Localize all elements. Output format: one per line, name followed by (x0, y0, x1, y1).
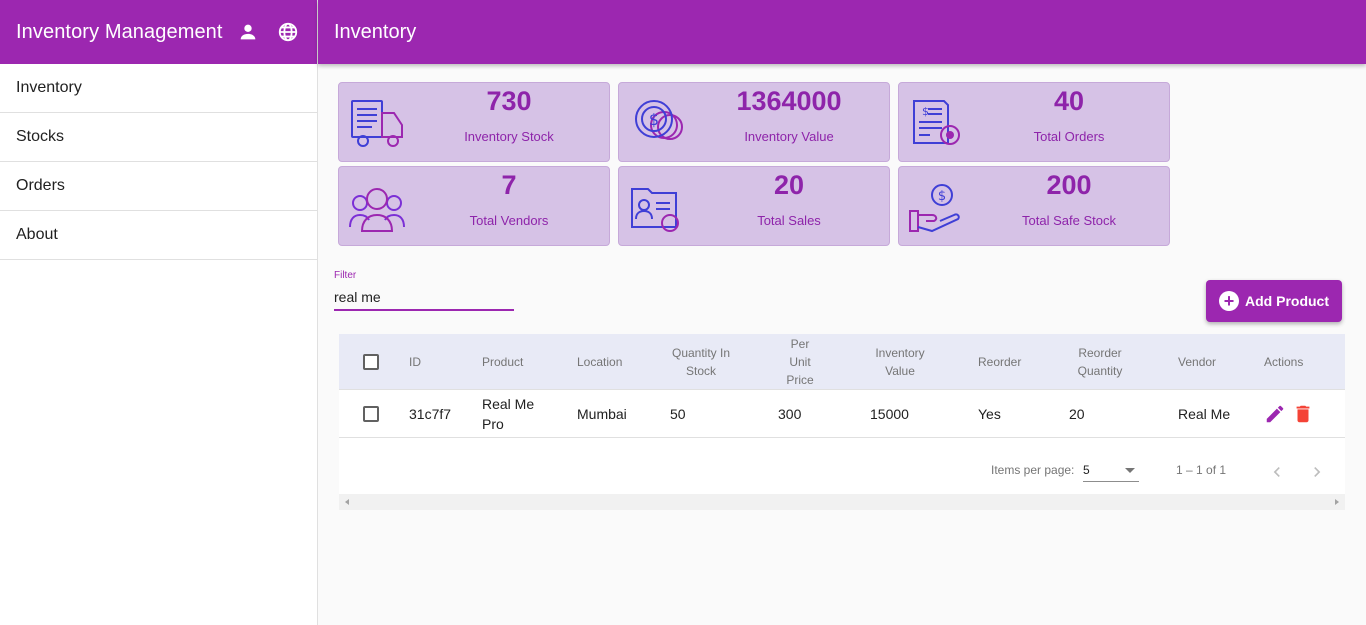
header-quantity-line2: Stock (685, 363, 716, 378)
page-title: Inventory (334, 20, 417, 43)
header-product[interactable]: Product (482, 334, 523, 389)
header-unit-price[interactable]: Per Unit Price (775, 334, 825, 389)
cell-reorder: Yes (978, 405, 1001, 422)
header-inventory-line1: Inventory (875, 345, 925, 360)
hand-money-icon: $ (909, 184, 960, 233)
cell-quantity: 50 (670, 405, 686, 422)
card-total-orders: $ 40 Total Orders (898, 82, 1170, 162)
app-title: Inventory Management (16, 20, 223, 43)
delete-icon[interactable] (1291, 402, 1315, 426)
card-label: Inventory Value (744, 129, 834, 144)
header-inventory-line2: Value (885, 363, 915, 378)
svg-text:$: $ (649, 110, 659, 129)
select-all-cell (363, 334, 379, 389)
topbar: Inventory (318, 0, 1366, 64)
card-label: Total Orders (1033, 129, 1105, 144)
header-price-line2: Unit (789, 354, 811, 369)
header-quantity[interactable]: Quantity In Stock (661, 334, 741, 389)
cell-product-line2: Pro (482, 415, 504, 432)
cell-vendor: Real Me (1178, 405, 1231, 422)
sidebar: Inventory Management Inventory Stocks Or… (0, 0, 318, 625)
sidebar-item-inventory[interactable]: Inventory (0, 64, 317, 113)
card-value: 200 (1046, 170, 1092, 200)
card-label: Inventory Stock (464, 129, 554, 144)
card-value: 40 (1053, 86, 1085, 116)
people-group-icon (349, 188, 405, 232)
header-price-line3: Price (786, 372, 814, 387)
invoice-icon: $ (913, 100, 960, 145)
card-value: 20 (773, 170, 805, 200)
header-reorder[interactable]: Reorder (978, 334, 1021, 389)
scroll-left-icon[interactable] (345, 499, 349, 505)
cell-id: 31c7f7 (409, 405, 452, 422)
add-product-button[interactable]: + Add Product (1206, 280, 1342, 322)
sidebar-item-about[interactable]: About (0, 211, 317, 260)
cell-reorder-quantity: 20 (1069, 405, 1085, 422)
cell-product-line1: Real Me (482, 395, 535, 412)
card-label: Total Safe Stock (1022, 213, 1116, 228)
add-product-label: Add Product (1245, 293, 1329, 309)
svg-text:$: $ (938, 189, 946, 204)
card-label: Total Sales (757, 213, 821, 228)
page-size-select[interactable]: 5 (1083, 460, 1139, 482)
next-page-icon[interactable] (1305, 460, 1329, 484)
edit-icon[interactable] (1263, 402, 1287, 426)
cell-location: Mumbai (577, 405, 627, 422)
card-label: Total Vendors (469, 213, 549, 228)
header-price-line1: Per (790, 336, 810, 351)
select-all-checkbox[interactable] (363, 353, 379, 370)
card-value: 1364000 (736, 86, 842, 116)
card-value: 730 (486, 86, 532, 116)
folder-profile-icon (631, 188, 679, 232)
row-checkbox[interactable] (363, 405, 379, 422)
add-circle-icon: + (1219, 291, 1239, 311)
globe-icon[interactable] (273, 17, 303, 47)
filter-label: Filter (334, 270, 357, 281)
filter-input[interactable] (334, 284, 514, 311)
header-location[interactable]: Location (577, 334, 622, 389)
table-header-row: ID Product Location Quantity In Stock Per… (339, 334, 1345, 390)
previous-page-icon[interactable] (1265, 460, 1289, 484)
filter-field: Filter (334, 270, 514, 311)
header-reorder-qty-line1: Reorder (1078, 345, 1122, 360)
row-select-cell (363, 390, 379, 437)
card-total-vendors: 7 Total Vendors (338, 166, 610, 246)
header-inventory-value[interactable]: Inventory Value (865, 334, 935, 389)
header-id[interactable]: ID (409, 334, 421, 389)
card-inventory-value: $ 1364000 Inventory Value (618, 82, 890, 162)
page-size-value: 5 (1083, 463, 1090, 477)
cell-product: Real Me Pro (482, 390, 534, 437)
header-quantity-line1: Quantity In (671, 345, 731, 360)
cell-unit-price: 300 (778, 405, 802, 422)
scroll-right-icon[interactable] (1335, 499, 1339, 505)
header-vendor[interactable]: Vendor (1178, 334, 1216, 389)
coins-icon: $ (635, 100, 683, 140)
card-value: 7 (501, 170, 517, 200)
horizontal-scrollbar[interactable] (339, 494, 1345, 510)
dropdown-arrow-icon (1125, 468, 1135, 473)
page-range-label: 1 – 1 of 1 (1176, 463, 1227, 477)
inventory-table: ID Product Location Quantity In Stock Per… (339, 334, 1345, 510)
paginator: Items per page: 5 1 – 1 of 1 (339, 438, 1345, 494)
sidebar-item-stocks[interactable]: Stocks (0, 113, 317, 162)
card-total-safe-stock: $ 200 Total Safe Stock (898, 166, 1170, 246)
card-inventory-stock: 730 Inventory Stock (338, 82, 610, 162)
sidebar-header: Inventory Management (0, 0, 317, 64)
header-reorder-quantity[interactable]: Reorder Quantity (1065, 334, 1135, 389)
cell-inventory-value: 15000 (870, 405, 909, 422)
card-total-sales: 20 Total Sales (618, 166, 890, 246)
table-row: 31c7f7 Real Me Pro Mumbai 50 300 15000 Ye… (339, 390, 1345, 438)
person-icon[interactable] (233, 17, 263, 47)
items-per-page-label: Items per page: (991, 463, 1075, 477)
stat-cards: 730 Inventory Stock $ 1364000 Inventory … (338, 82, 1170, 246)
delivery-truck-icon (351, 100, 403, 147)
header-actions: Actions (1264, 354, 1304, 369)
header-reorder-qty-line2: Quantity (1077, 363, 1123, 378)
cell-actions (1263, 390, 1315, 437)
svg-text:$: $ (922, 105, 929, 118)
sidebar-item-orders[interactable]: Orders (0, 162, 317, 211)
